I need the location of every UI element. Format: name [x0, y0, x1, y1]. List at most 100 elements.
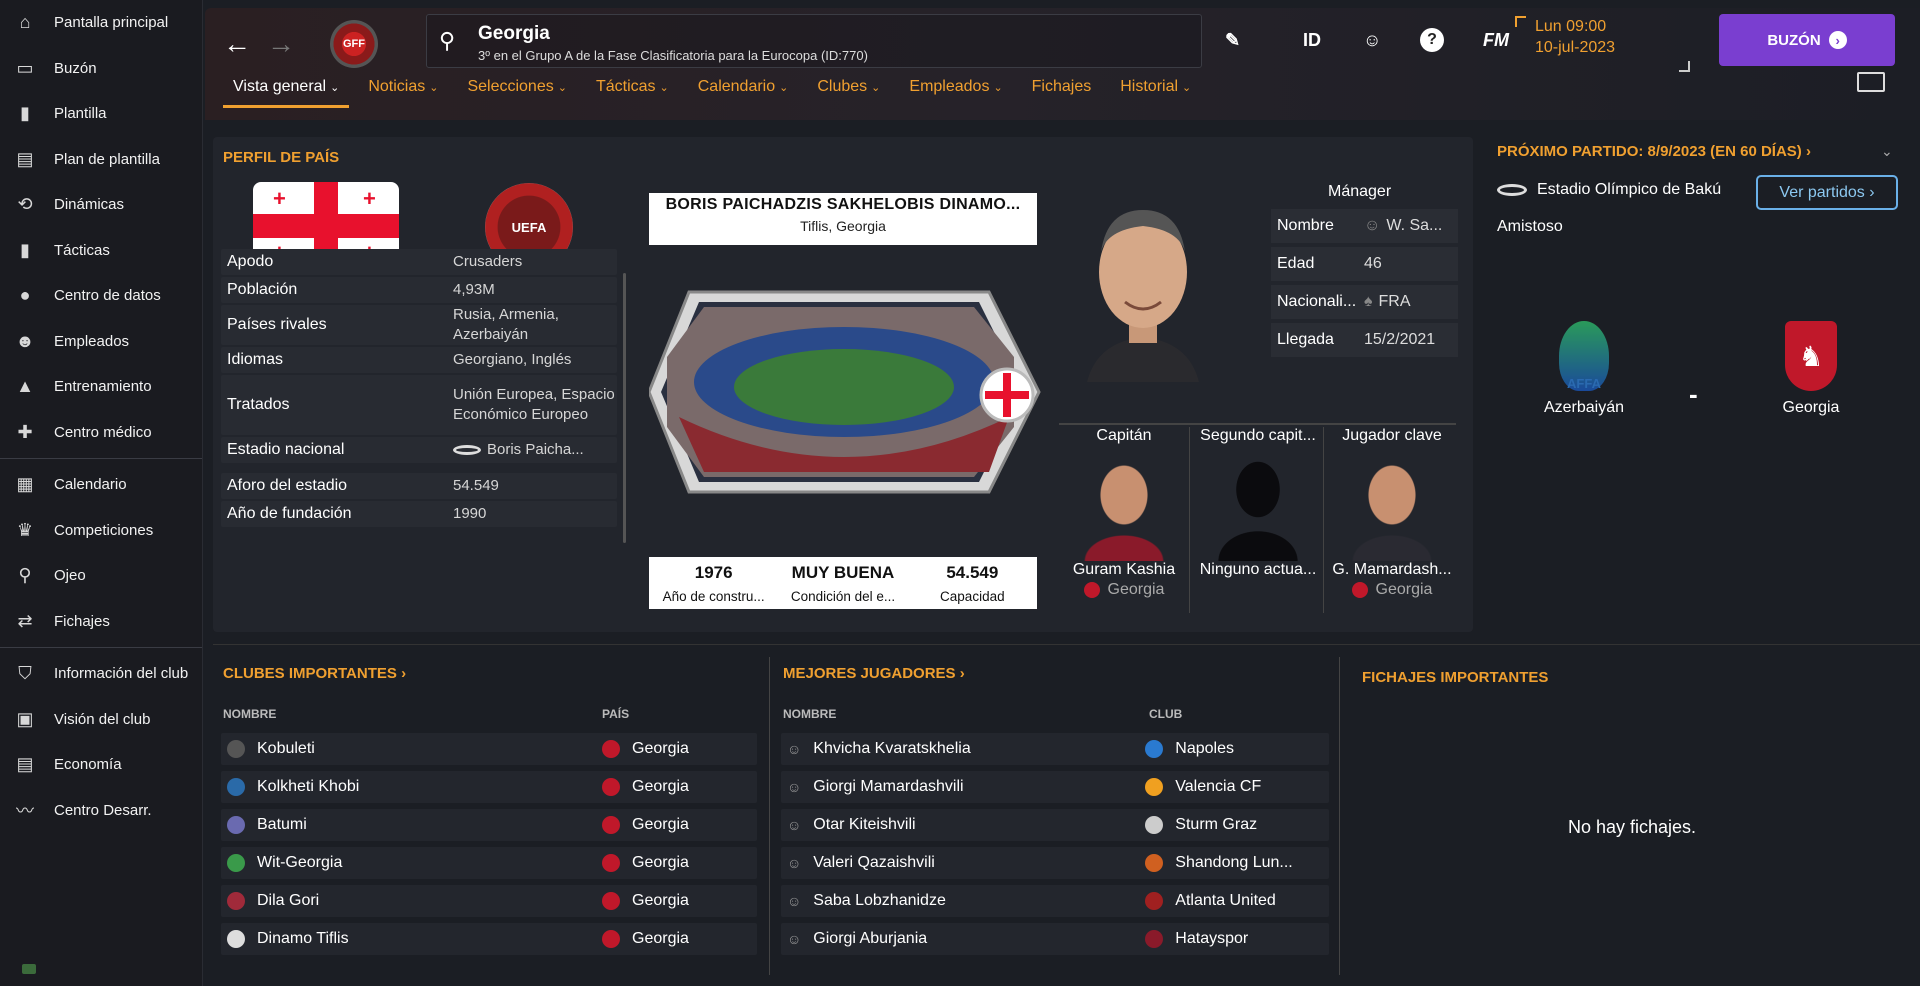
sidebar-item-fichajes[interactable]: ⇄ Fichajes	[0, 599, 202, 645]
next-match-heading[interactable]: PRÓXIMO PARTIDO: 8/9/2023 (EN 60 DÍAS) ›	[1497, 143, 1907, 160]
list-item-club[interactable]: Napoles	[1145, 740, 1234, 758]
sidebar-item-visión-del-club[interactable]: ▣ Visión del club	[0, 697, 202, 743]
collapse-icon[interactable]: ⌄	[1881, 143, 1893, 160]
team-crest[interactable]: GFF	[330, 20, 378, 68]
home-team[interactable]: AFFA Azerbaiyán	[1524, 321, 1644, 417]
tab-clubes[interactable]: Clubes ⌄	[807, 72, 890, 108]
inbox-button[interactable]: BUZÓN ›	[1719, 14, 1895, 66]
sidebar-item-pantalla-principal[interactable]: ⌂ Pantalla principal	[0, 0, 202, 46]
stadium-icon	[453, 445, 481, 456]
manager-value-text: W. Sa...	[1386, 217, 1443, 234]
list-item[interactable]: Batumi Georgia	[221, 809, 757, 841]
list-item[interactable]: Dinamo Tiflis Georgia	[221, 923, 757, 955]
manager-value-text: FRA	[1378, 293, 1411, 310]
key-person-card[interactable]: Segundo capit... Ninguno actua...	[1193, 425, 1323, 615]
arrow-right-icon: ›	[1828, 31, 1847, 49]
manager-row[interactable]: Nombre ☺ W. Sa...	[1271, 209, 1458, 243]
list-item[interactable]: ☺ Valeri Qazaishvili Shandong Lun...	[781, 847, 1329, 879]
game-date[interactable]: Lun 09:00 10-jul-2023	[1514, 16, 1691, 72]
list-item-club[interactable]: Atlanta United	[1145, 892, 1276, 910]
edit-icon[interactable]: ✎	[1225, 30, 1240, 51]
sidebar-item-centro-de-datos[interactable]: ● Centro de datos	[0, 273, 202, 319]
list-item[interactable]: Kolkheti Khobi Georgia	[221, 771, 757, 803]
sidebar-item-tácticas[interactable]: ▮ Tácticas	[0, 228, 202, 274]
list-item-country[interactable]: Georgia	[602, 930, 689, 948]
tab-noticias[interactable]: Noticias ⌄	[358, 72, 448, 108]
list-item[interactable]: ☺ Saba Lobzhanidze Atlanta United	[781, 885, 1329, 917]
list-item[interactable]: Kobuleti Georgia	[221, 733, 757, 765]
back-arrow-icon[interactable]: ←	[223, 28, 251, 60]
players-col-club[interactable]: CLUB	[1149, 707, 1182, 721]
list-item[interactable]: ☺ Giorgi Mamardashvili Valencia CF	[781, 771, 1329, 803]
profile-key: Año de fundación	[227, 505, 352, 522]
sidebar-item-buzón[interactable]: ▭ Buzón	[0, 46, 202, 92]
tab-historial[interactable]: Historial ⌄	[1110, 72, 1201, 108]
sidebar-item-dinámicas[interactable]: ⟲ Dinámicas	[0, 182, 202, 228]
list-item-country[interactable]: Georgia	[602, 892, 689, 910]
key-person-card[interactable]: Capitán Guram Kashia Georgia	[1059, 425, 1189, 615]
fm-logo-button[interactable]: FM	[1483, 30, 1509, 51]
sidebar-item-economía[interactable]: ▤ Economía	[0, 742, 202, 788]
manager-photo[interactable]	[1067, 192, 1219, 382]
list-item-club[interactable]: Shandong Lun...	[1145, 854, 1293, 872]
list-item[interactable]: Wit-Georgia Georgia	[221, 847, 757, 879]
id-button[interactable]: ID	[1303, 30, 1321, 51]
view-matches-button[interactable]: Ver partidos ›	[1756, 175, 1898, 210]
profile-value[interactable]: Boris Paicha...	[453, 440, 617, 460]
list-item[interactable]: ☺ Otar Kiteishvili Sturm Graz	[781, 809, 1329, 841]
help-icon[interactable]: ?	[1420, 28, 1444, 52]
key-person-card[interactable]: Jugador clave G. Mamardash... Georgia	[1327, 425, 1457, 615]
divider	[1323, 427, 1324, 613]
search-box[interactable]: ⚲ Georgia 3º en el Grupo A de la Fase Cl…	[426, 14, 1202, 68]
list-item[interactable]: ☺ Khvicha Kvaratskhelia Napoles	[781, 733, 1329, 765]
sidebar-item-label: Centro de datos	[54, 287, 161, 305]
sidebar-item-información-del-club[interactable]: ⛉ Información del club	[0, 651, 202, 697]
profile-value: 54.549	[453, 476, 617, 496]
tab-fichajes[interactable]: Fichajes	[1022, 72, 1102, 108]
player-icon[interactable]: ☺	[1363, 30, 1381, 51]
sidebar-item-calendario[interactable]: ▦ Calendario	[0, 462, 202, 508]
sidebar-item-competiciones[interactable]: ♛ Competiciones	[0, 508, 202, 554]
tab-vista-general[interactable]: Vista general ⌄	[223, 72, 350, 108]
profile-value-text: Crusaders	[453, 253, 523, 270]
sidebar-item-plan-de-plantilla[interactable]: ▤ Plan de plantilla	[0, 137, 202, 183]
list-item-country[interactable]: Georgia	[602, 816, 689, 834]
tab-empleados[interactable]: Empleados ⌄	[899, 72, 1012, 108]
away-team[interactable]: ♞ Georgia	[1751, 321, 1871, 417]
status-icon[interactable]	[22, 964, 36, 974]
sidebar-item-empleados[interactable]: ☻ Empleados	[0, 319, 202, 365]
clubs-col-name[interactable]: NOMBRE	[223, 707, 276, 721]
club-crest-icon	[1145, 816, 1164, 834]
list-item[interactable]: Dila Gori Georgia	[221, 885, 757, 917]
tab-calendario[interactable]: Calendario ⌄	[688, 72, 799, 108]
sidebar-item-entrenamiento[interactable]: ▲ Entrenamiento	[0, 364, 202, 410]
sidebar-item-centro-desarr-[interactable]: 〰 Centro Desarr.	[0, 788, 202, 834]
list-item-club[interactable]: Hatayspor	[1145, 930, 1248, 948]
profile-scrollbar[interactable]	[623, 273, 626, 543]
list-item-club[interactable]: Valencia CF	[1145, 778, 1261, 796]
list-item-country[interactable]: Georgia	[602, 740, 689, 758]
stadium-name-card[interactable]: BORIS PAICHADZIS SAKHELOBIS DINAMO... Ti…	[649, 193, 1037, 245]
stadium-image[interactable]	[649, 287, 1041, 497]
clubs-heading[interactable]: CLUBES IMPORTANTES ›	[223, 665, 406, 682]
list-item[interactable]: ☺ Giorgi Aburjania Hatayspor	[781, 923, 1329, 955]
list-item-country[interactable]: Georgia	[602, 854, 689, 872]
tab-tácticas[interactable]: Tácticas ⌄	[586, 72, 679, 108]
tab-selecciones[interactable]: Selecciones ⌄	[457, 72, 577, 108]
key-person-country-text: Georgia	[1375, 581, 1433, 598]
sidebar-item-ojeo[interactable]: ⚲ Ojeo	[0, 553, 202, 599]
sidebar-item-plantilla[interactable]: ▮ Plantilla	[0, 91, 202, 137]
players-heading[interactable]: MEJORES JUGADORES ›	[783, 665, 965, 682]
clubs-col-country[interactable]: PAÍS	[602, 707, 629, 721]
players-col-name[interactable]: NOMBRE	[783, 707, 836, 721]
country-crest-icon	[602, 930, 620, 948]
list-item-country[interactable]: Georgia	[602, 778, 689, 796]
forward-arrow-icon[interactable]: →	[267, 28, 295, 60]
club-crest-icon	[1145, 892, 1164, 910]
inbox-button-label: BUZÓN	[1767, 31, 1821, 49]
list-item-club[interactable]: Sturm Graz	[1145, 816, 1257, 834]
sidebar-item-centro-médico[interactable]: ✚ Centro médico	[0, 410, 202, 456]
calendar-icon: ▦	[16, 474, 34, 495]
list-item-country-text: Georgia	[632, 816, 689, 833]
screen-icon[interactable]	[1857, 72, 1885, 92]
